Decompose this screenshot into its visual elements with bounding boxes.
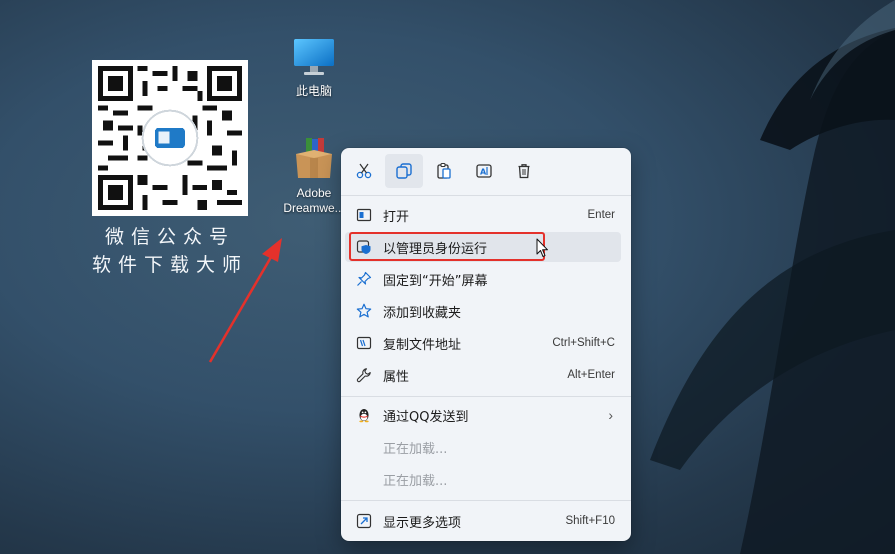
annotation-arrow bbox=[208, 238, 282, 363]
rename-button[interactable]: A bbox=[465, 154, 503, 188]
menu-item-label: 正在加载... bbox=[383, 441, 448, 457]
menu-item-pin-to-start[interactable]: 固定到“开始”屏幕 bbox=[345, 264, 627, 294]
menu-item-label: 属性 bbox=[383, 369, 410, 385]
monitor-icon bbox=[294, 39, 334, 75]
chevron-right-icon: › bbox=[608, 407, 613, 423]
delete-icon bbox=[518, 164, 530, 179]
menu-item-label: 正在加载... bbox=[383, 473, 448, 489]
menu-item-shortcut: Alt+Enter bbox=[567, 369, 615, 381]
menu-toolbar: A bbox=[345, 154, 545, 188]
cut-icon bbox=[356, 163, 372, 179]
menu-item-shortcut: Enter bbox=[587, 209, 616, 221]
copy-icon bbox=[396, 163, 412, 179]
menu-item-show-more-options[interactable]: 显示更多选项 Shift+F10 bbox=[345, 506, 627, 536]
menu-separator bbox=[341, 195, 631, 196]
menu-item-label: 固定到“开始”屏幕 bbox=[383, 273, 488, 289]
menu-item-open[interactable]: 打开 Enter bbox=[345, 200, 627, 230]
menu-item-label: 添加到收藏夹 bbox=[383, 305, 462, 321]
copy-path-icon bbox=[356, 336, 372, 350]
paste-button[interactable] bbox=[425, 154, 463, 188]
copy-button[interactable] bbox=[385, 154, 423, 188]
pin-icon bbox=[357, 271, 372, 286]
annotation-highlight-box bbox=[349, 232, 545, 261]
menu-item-label: 显示更多选项 bbox=[383, 515, 462, 531]
menu-item-loading: 正在加载... bbox=[345, 432, 627, 462]
star-icon bbox=[356, 303, 372, 318]
context-menu: A 打开 Enter 以管理员身份运行 固定到“开始”屏幕 添加到收藏夹 复制文… bbox=[341, 148, 631, 541]
menu-item-shortcut: Shift+F10 bbox=[565, 515, 615, 527]
desktop-icon-this-pc[interactable]: 此电脑 bbox=[280, 36, 348, 99]
menu-item-label: 通过QQ发送到 bbox=[383, 409, 469, 425]
menu-separator bbox=[341, 396, 631, 397]
wrench-icon bbox=[356, 368, 371, 383]
mouse-cursor-icon bbox=[536, 238, 548, 257]
cut-button[interactable] bbox=[345, 154, 383, 188]
package-box-icon bbox=[296, 138, 332, 178]
menu-item-add-to-favorites[interactable]: 添加到收藏夹 bbox=[345, 296, 627, 326]
menu-item-properties[interactable]: 属性 Alt+Enter bbox=[345, 360, 627, 390]
qr-code-image bbox=[92, 60, 248, 216]
svg-text:A: A bbox=[480, 168, 487, 177]
desktop-icon-label: 此电脑 bbox=[295, 84, 332, 98]
qq-icon bbox=[359, 409, 369, 423]
more-options-icon bbox=[356, 513, 372, 529]
menu-item-shortcut: Ctrl+Shift+C bbox=[552, 337, 615, 349]
menu-separator bbox=[341, 500, 631, 501]
menu-item-label: 复制文件地址 bbox=[383, 337, 462, 353]
delete-button[interactable] bbox=[505, 154, 543, 188]
open-icon bbox=[356, 208, 372, 222]
menu-item-copy-path[interactable]: 复制文件地址 Ctrl+Shift+C bbox=[345, 328, 627, 358]
rename-icon: A bbox=[476, 164, 492, 178]
paste-icon bbox=[437, 162, 451, 179]
menu-item-loading: 正在加载... bbox=[345, 464, 627, 494]
menu-item-send-via-qq[interactable]: 通过QQ发送到 › bbox=[345, 400, 627, 430]
menu-item-label: 打开 bbox=[383, 209, 410, 225]
